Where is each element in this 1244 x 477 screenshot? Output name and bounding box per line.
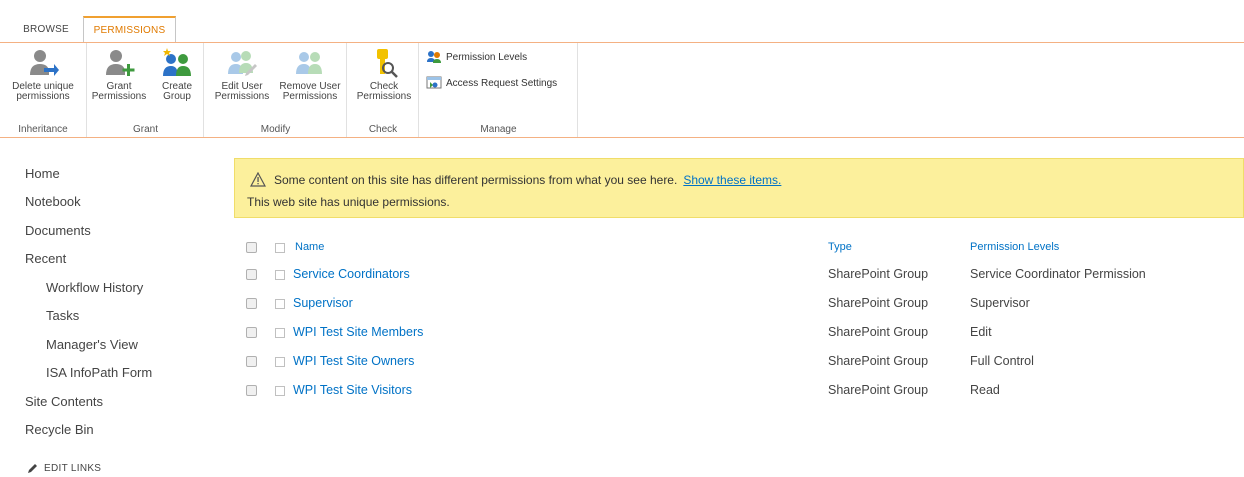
nav-item-recycle-bin[interactable]: Recycle Bin: [25, 422, 94, 437]
grant-permissions-button[interactable]: Grant Permissions: [90, 47, 148, 102]
nav-item-documents[interactable]: Documents: [25, 223, 91, 238]
group-label-inheritance: Inheritance: [18, 124, 68, 135]
grant-permissions-icon: [106, 50, 135, 76]
banner-unique-permissions: This web site has unique permissions.: [247, 195, 450, 209]
nav-item-tasks[interactable]: Tasks: [46, 308, 79, 323]
row-name-link[interactable]: WPI Test Site Owners: [293, 354, 414, 368]
access-request-settings-button[interactable]: Access Request Settings: [426, 75, 557, 91]
row-permission-levels: Read: [970, 383, 1000, 397]
check-label-2: Permissions: [356, 91, 412, 102]
group-modify: Edit User Permissions Remove User Permis…: [205, 43, 347, 137]
nav-item-site-contents[interactable]: Site Contents: [25, 394, 103, 409]
row-type: SharePoint Group: [828, 383, 929, 397]
row-select-checkbox[interactable]: [246, 298, 257, 309]
row-item-checkbox[interactable]: [275, 299, 285, 309]
edit-links-button[interactable]: EDIT LINKS: [27, 463, 101, 474]
pencil-icon: [28, 464, 37, 473]
column-header-name[interactable]: Name: [295, 241, 324, 253]
row-select-checkbox[interactable]: [246, 356, 257, 367]
row-select-checkbox[interactable]: [246, 385, 257, 396]
permission-levels-icon: [427, 51, 441, 63]
nav-item-recent[interactable]: Recent: [25, 251, 66, 266]
row-item-checkbox[interactable]: [275, 357, 285, 367]
row-type: SharePoint Group: [828, 267, 929, 281]
row-type: SharePoint Group: [828, 296, 929, 310]
column-header-permission-levels[interactable]: Permission Levels: [970, 241, 1059, 253]
access-request-settings-icon: [426, 76, 442, 89]
delete-permissions-icon: [30, 50, 59, 76]
row-permission-levels: Edit: [970, 325, 992, 339]
group-manage: Permission Levels Access Request Setting…: [420, 43, 578, 137]
edit-user-permissions-icon: [228, 51, 257, 76]
grant-label-2: Permissions: [91, 91, 147, 102]
row-select-checkbox[interactable]: [246, 327, 257, 338]
row-item-checkbox[interactable]: [275, 270, 285, 280]
row-type: SharePoint Group: [828, 325, 929, 339]
group-label-modify: Modify: [260, 124, 291, 135]
nav-item-home[interactable]: Home: [25, 166, 60, 181]
group-label-grant: Grant: [132, 124, 158, 135]
select-all-checkbox[interactable]: [246, 242, 257, 253]
nav-item-isa-infopath-form[interactable]: ISA InfoPath Form: [46, 365, 152, 380]
remove-user-permissions-button[interactable]: Remove User Permissions: [277, 47, 343, 102]
banner-message: Some content on this site has different …: [274, 172, 678, 187]
check-permissions-icon: [377, 49, 398, 78]
remove-user-label-2: Permissions: [282, 91, 338, 102]
row-name-link[interactable]: WPI Test Site Visitors: [293, 383, 412, 397]
group-label-check: Check: [368, 124, 398, 135]
row-permission-levels: Supervisor: [970, 296, 1030, 310]
row-item-checkbox[interactable]: [275, 328, 285, 338]
row-select-checkbox[interactable]: [246, 269, 257, 280]
tab-permissions[interactable]: PERMISSIONS: [83, 16, 176, 44]
permissions-status-banner: Some content on this site has different …: [234, 158, 1244, 218]
edit-links-label: EDIT LINKS: [44, 463, 102, 474]
row-name-link[interactable]: Service Coordinators: [293, 267, 410, 281]
row-type: SharePoint Group: [828, 354, 929, 368]
nav-item-managers-view[interactable]: Manager's View: [46, 337, 138, 352]
banner-warning-line: Some content on this site has different …: [250, 172, 781, 187]
nav-item-workflow-history[interactable]: Workflow History: [46, 280, 143, 295]
tab-browse[interactable]: BROWSE: [12, 18, 80, 43]
ribbon: Delete unique permissions Inheritance Gr…: [0, 43, 1244, 138]
row-name-link[interactable]: WPI Test Site Members: [293, 325, 423, 339]
check-permissions-button[interactable]: Check Permissions: [352, 47, 416, 102]
nav-item-notebook[interactable]: Notebook: [25, 194, 81, 209]
ribbon-divider: [0, 137, 1244, 138]
warning-icon: [250, 172, 266, 187]
edit-user-label-2: Permissions: [214, 91, 270, 102]
ribbon-tab-bar: BROWSE PERMISSIONS: [0, 0, 1244, 44]
header-item-checkbox[interactable]: [275, 243, 285, 253]
permission-levels-label: Permission Levels: [446, 51, 528, 63]
delete-unique-label-2: permissions: [16, 91, 70, 102]
edit-user-permissions-button[interactable]: Edit User Permissions: [211, 47, 273, 102]
row-permission-levels: Service Coordinator Permission: [970, 267, 1146, 281]
permission-levels-button[interactable]: Permission Levels: [426, 49, 527, 65]
create-label-2: Group: [163, 91, 191, 102]
create-group-icon: [163, 48, 191, 76]
column-header-type[interactable]: Type: [828, 241, 852, 253]
row-item-checkbox[interactable]: [275, 386, 285, 396]
group-label-manage: Manage: [480, 124, 517, 135]
remove-user-permissions-icon: [296, 52, 322, 74]
row-permission-levels: Full Control: [970, 354, 1034, 368]
create-group-button[interactable]: Create Group: [154, 47, 200, 102]
group-grant: Grant Permissions Create Group Grant: [88, 43, 204, 137]
row-name-link[interactable]: Supervisor: [293, 296, 353, 310]
show-these-items-link[interactable]: Show these items.: [683, 173, 781, 187]
group-check: Check Permissions Check: [348, 43, 419, 137]
delete-unique-permissions-button[interactable]: Delete unique permissions: [3, 47, 83, 102]
access-request-settings-label: Access Request Settings: [446, 77, 558, 89]
group-inheritance: Delete unique permissions Inheritance: [0, 43, 87, 137]
